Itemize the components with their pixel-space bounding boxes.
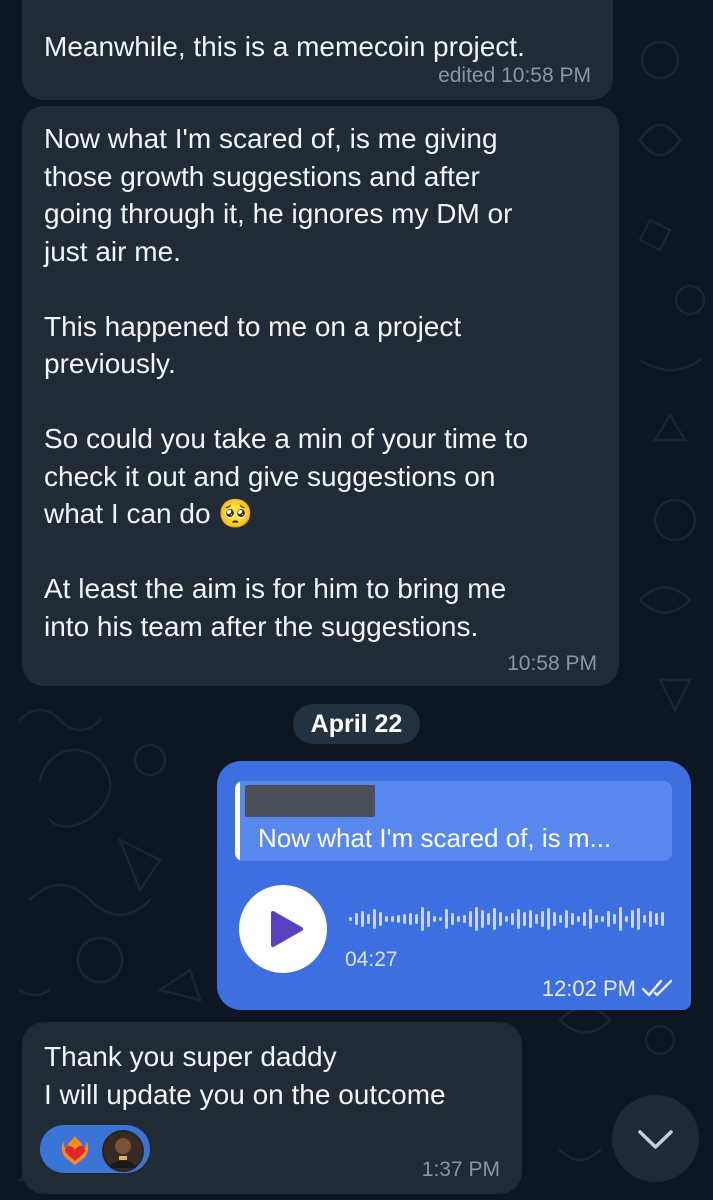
redacted-sender-name bbox=[245, 785, 375, 817]
message-text: Meanwhile, this is a memecoin project. bbox=[44, 31, 525, 62]
chevron-down-icon bbox=[638, 1130, 673, 1149]
message-bubble-outgoing-voice[interactable]: Now what I'm scared of, is m... 04:27 12… bbox=[217, 761, 691, 1010]
user-avatar-reaction[interactable] bbox=[102, 1130, 144, 1172]
avatar-image bbox=[110, 1138, 136, 1168]
reply-preview-text: Now what I'm scared of, is m... bbox=[258, 823, 612, 853]
play-button[interactable] bbox=[239, 885, 327, 973]
message-time: 1:37 PM bbox=[421, 1158, 500, 1181]
message-bubble-incoming[interactable]: Now what I'm scared of, is me giving tho… bbox=[22, 106, 619, 686]
play-icon bbox=[271, 911, 303, 947]
heart-on-fire-emoji[interactable] bbox=[56, 1130, 94, 1168]
message-time: 10:58 PM bbox=[507, 652, 597, 675]
message-bubble-incoming[interactable]: Thank you super daddy I will update you … bbox=[22, 1022, 522, 1194]
reply-accent-bar bbox=[235, 781, 240, 861]
reply-preview[interactable]: Now what I'm scared of, is m... bbox=[235, 781, 672, 861]
message-bubble-incoming[interactable]: Meanwhile, this is a memecoin project. e… bbox=[22, 0, 613, 100]
message-time: 12:02 PM bbox=[541, 976, 636, 1001]
voice-duration: 04:27 bbox=[345, 948, 398, 971]
message-text: Now what I'm scared of, is me giving tho… bbox=[44, 123, 529, 642]
reactions-bar[interactable] bbox=[40, 1125, 150, 1173]
message-time: edited 10:58 PM bbox=[438, 64, 591, 87]
double-check-icon bbox=[641, 979, 673, 997]
scroll-to-bottom-button[interactable] bbox=[612, 1095, 699, 1182]
message-text: Thank you super daddy I will update you … bbox=[44, 1041, 446, 1110]
date-separator: April 22 bbox=[293, 704, 420, 744]
voice-waveform[interactable] bbox=[349, 899, 667, 939]
